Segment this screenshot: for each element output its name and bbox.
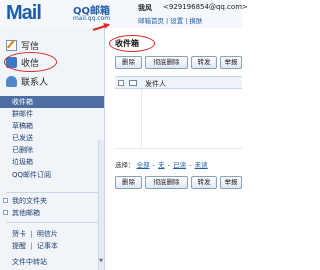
apps-row-2: 提醒 | 记事本 xyxy=(12,242,58,250)
select-unread-link[interactable]: 未读 xyxy=(195,161,208,169)
folder-inbox[interactable]: 收件箱 xyxy=(0,96,104,108)
apps-row-1: 贺卡 | 明信片 xyxy=(12,230,58,238)
forward-button[interactable]: 转发 xyxy=(191,176,217,189)
user-email: <929196854@qq.com> xyxy=(163,3,248,11)
app-greeting-card[interactable]: 贺卡 xyxy=(12,230,26,238)
delete-button[interactable]: 删除 xyxy=(115,176,142,189)
link-skin[interactable]: 换肤 xyxy=(189,17,202,25)
column-divider xyxy=(141,89,142,149)
scroll-down-icon[interactable]: ▼ xyxy=(98,258,104,266)
custom-folders: 我的文件夹 其他邮箱 xyxy=(0,195,104,219)
top-header: Mail QQ邮箱 mail.qq.com 我风 <929196854@qq.c… xyxy=(0,0,248,28)
other-mailboxes[interactable]: 其他邮箱 xyxy=(0,207,104,219)
expand-icon[interactable] xyxy=(3,198,8,203)
select-all-checkbox[interactable] xyxy=(118,80,124,86)
write-label: 写信 xyxy=(21,41,40,52)
annotation-circle-receive xyxy=(4,52,57,72)
app-file-transfer[interactable]: 文件中转站 xyxy=(12,258,47,266)
apps-section: 贺卡 | 明信片 提醒 | 记事本 文件中转站 xyxy=(0,228,104,268)
select-none-link[interactable]: 无 xyxy=(158,161,165,169)
contacts-icon xyxy=(6,75,17,87)
mail-logo[interactable]: Mail xyxy=(6,2,42,25)
other-mailboxes-label: 其他邮箱 xyxy=(12,209,40,217)
permanent-delete-button[interactable]: 彻底删除 xyxy=(145,56,188,69)
sidebar-divider xyxy=(6,222,98,223)
select-row: 选择： 全部 - 无 - 已读 - 未读 xyxy=(115,161,208,169)
folder-sent[interactable]: 已发送 xyxy=(0,132,104,144)
annotation-circle-title xyxy=(109,35,155,52)
my-folders[interactable]: 我的文件夹 xyxy=(0,195,104,207)
select-all-link[interactable]: 全部 xyxy=(137,161,150,169)
contacts-button[interactable]: 联系人 xyxy=(6,74,98,88)
folder-qq-subscription[interactable]: QQ邮件订阅 xyxy=(0,169,104,181)
select-read-link[interactable]: 已读 xyxy=(173,161,186,169)
app-postcard[interactable]: 明信片 xyxy=(37,230,58,238)
link-settings[interactable]: 设置 xyxy=(170,17,183,25)
sidebar: 写信 收信 联系人 收件箱 群邮件 草稿箱 已发送 已删除 垃圾箱 QQ邮件订阅… xyxy=(0,28,105,270)
brand-url: mail.qq.com xyxy=(73,15,111,22)
toolbar-top: 删除 彻底删除 转发 举报 xyxy=(115,56,242,70)
contacts-label: 联系人 xyxy=(21,77,49,88)
report-button[interactable]: 举报 xyxy=(220,176,242,189)
sidebar-divider xyxy=(6,192,98,193)
app-notepad[interactable]: 记事本 xyxy=(37,242,58,250)
main-panel: 收件箱 删除 彻底删除 转发 举报 发件人 选择： 全部 - 无 - 已读 - … xyxy=(105,28,242,270)
folder-drafts[interactable]: 草稿箱 xyxy=(0,120,104,132)
permanent-delete-button[interactable]: 彻底删除 xyxy=(145,176,188,189)
toolbar-bottom: 删除 彻底删除 转发 举报 xyxy=(115,176,242,190)
top-links: 邮箱首页 | 设置 | 换肤 xyxy=(138,17,203,25)
folder-list: 收件箱 群邮件 草稿箱 已发送 已删除 垃圾箱 QQ邮件订阅 xyxy=(0,96,104,181)
folder-spam[interactable]: 垃圾箱 xyxy=(0,156,104,168)
folder-group-mail[interactable]: 群邮件 xyxy=(0,108,104,120)
link-home[interactable]: 邮箱首页 xyxy=(138,17,164,25)
mail-list xyxy=(115,89,242,149)
my-folders-label: 我的文件夹 xyxy=(12,197,47,205)
apps-row-3: 文件中转站 xyxy=(0,256,104,268)
list-header: 发件人 xyxy=(115,76,242,89)
sender-column-header[interactable]: 发件人 xyxy=(145,79,166,89)
pencil-icon xyxy=(6,39,17,51)
envelope-icon xyxy=(129,80,137,86)
app-reminder[interactable]: 提醒 xyxy=(12,242,26,250)
folder-deleted[interactable]: 已删除 xyxy=(0,144,104,156)
forward-button[interactable]: 转发 xyxy=(191,56,217,69)
sidebar-scrollbar[interactable] xyxy=(98,140,104,270)
user-name: 我风 xyxy=(138,4,152,12)
delete-button[interactable]: 删除 xyxy=(115,56,142,69)
write-button[interactable]: 写信 xyxy=(6,38,98,52)
select-label: 选择： xyxy=(115,161,135,169)
expand-icon[interactable] xyxy=(3,210,8,215)
report-button[interactable]: 举报 xyxy=(220,56,242,69)
